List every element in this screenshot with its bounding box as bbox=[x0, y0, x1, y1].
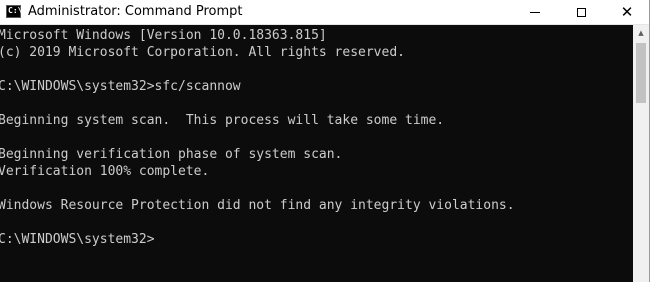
console-line: Windows Resource Protection did not find… bbox=[0, 198, 515, 213]
command-prompt-window: C:\ Administrator: Command Prompt ✕ Micr… bbox=[0, 0, 650, 282]
cmd-app-icon[interactable]: C:\ bbox=[6, 5, 23, 18]
title-bar[interactable]: C:\ Administrator: Command Prompt ✕ bbox=[0, 0, 649, 25]
close-icon: ✕ bbox=[620, 3, 634, 21]
console-line: Beginning verification phase of system s… bbox=[0, 147, 343, 162]
console-line: Beginning system scan. This process will… bbox=[0, 113, 445, 128]
window-title: Administrator: Command Prompt bbox=[28, 4, 243, 19]
vertical-scrollbar[interactable]: ▲ bbox=[633, 25, 649, 282]
console-line: Microsoft Windows [Version 10.0.18363.81… bbox=[0, 28, 327, 43]
minimize-icon bbox=[530, 12, 540, 13]
scroll-up-button[interactable]: ▲ bbox=[633, 25, 649, 41]
arrow-up-icon: ▲ bbox=[638, 29, 644, 37]
scrollbar-thumb[interactable] bbox=[636, 43, 646, 103]
cmd-icon-glyph: C:\ bbox=[8, 6, 23, 15]
maximize-button[interactable] bbox=[558, 0, 604, 25]
console-line: C:\WINDOWS\system32>sfc/scannow bbox=[0, 79, 241, 94]
console-output[interactable]: Microsoft Windows [Version 10.0.18363.81… bbox=[0, 25, 633, 282]
console-prompt-line: C:\WINDOWS\system32> bbox=[0, 232, 155, 247]
close-button[interactable]: ✕ bbox=[604, 0, 649, 25]
console-line: Verification 100% complete. bbox=[0, 164, 210, 179]
maximize-icon bbox=[576, 8, 586, 17]
console-line: (c) 2019 Microsoft Corporation. All righ… bbox=[0, 45, 405, 60]
minimize-button[interactable] bbox=[512, 0, 558, 25]
